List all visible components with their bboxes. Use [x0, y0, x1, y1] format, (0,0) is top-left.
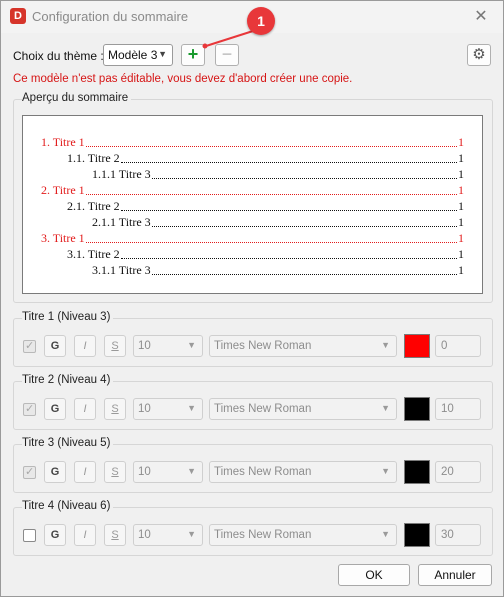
toc-entry: 2.1. Titre 21 — [67, 199, 464, 213]
toc-entry: 1.1.1 Titre 31 — [92, 167, 464, 181]
color-swatch[interactable] — [404, 460, 430, 484]
bold-button[interactable]: G — [44, 398, 66, 420]
level-enabled-checkbox[interactable] — [23, 339, 36, 353]
preview-legend: Aperçu du sommaire — [22, 92, 132, 104]
indent-input[interactable]: 0 — [435, 335, 481, 357]
callout-badge: 1 — [247, 7, 275, 35]
underline-button[interactable]: S — [104, 524, 126, 546]
font-size-select[interactable]: 10 ▼ — [133, 398, 203, 420]
toc-entry: 2. Titre 11 — [41, 183, 464, 197]
level-enabled-checkbox[interactable] — [23, 465, 36, 479]
font-size-select[interactable]: 10 ▼ — [133, 461, 203, 483]
chevron-down-icon: ▼ — [381, 466, 390, 476]
level-title: Titre 3 (Niveau 5) — [22, 437, 114, 449]
level-title: Titre 4 (Niveau 6) — [22, 500, 114, 512]
bold-button[interactable]: G — [44, 461, 66, 483]
toc-entry: 1. Titre 11 — [41, 135, 464, 149]
cancel-button[interactable]: Annuler — [418, 564, 492, 586]
dialog-window: D Configuration du sommaire ✕ Choix du t… — [0, 0, 504, 597]
toc-entry: 3.1.1 Titre 31 — [92, 263, 464, 277]
underline-button[interactable]: S — [104, 398, 126, 420]
toc-preview: 1. Titre 11 1.1. Titre 21 1.1.1 Titre 31… — [22, 115, 483, 294]
chevron-down-icon: ▼ — [381, 340, 390, 350]
ok-button[interactable]: OK — [338, 564, 410, 586]
font-family-select[interactable]: Times New Roman ▼ — [209, 524, 397, 546]
italic-button[interactable]: I — [74, 398, 96, 420]
indent-input[interactable]: 30 — [435, 524, 481, 546]
font-family-select[interactable]: Times New Roman ▼ — [209, 335, 397, 357]
indent-input[interactable]: 20 — [435, 461, 481, 483]
toc-entry: 3. Titre 11 — [41, 231, 464, 245]
chevron-down-icon: ▼ — [381, 403, 390, 413]
toc-entry: 3.1. Titre 21 — [67, 247, 464, 261]
italic-button[interactable]: I — [74, 461, 96, 483]
toc-entry: 1.1. Titre 21 — [67, 151, 464, 165]
chevron-down-icon: ▼ — [187, 466, 196, 476]
chevron-down-icon: ▼ — [187, 529, 196, 539]
color-swatch[interactable] — [404, 397, 430, 421]
warning-message: Ce modèle n'est pas éditable, vous devez… — [13, 73, 353, 85]
indent-input[interactable]: 10 — [435, 398, 481, 420]
chevron-down-icon: ▼ — [187, 403, 196, 413]
level-title: Titre 1 (Niveau 3) — [22, 311, 114, 323]
bold-button[interactable]: G — [44, 524, 66, 546]
font-family-select[interactable]: Times New Roman ▼ — [209, 461, 397, 483]
level-title: Titre 2 (Niveau 4) — [22, 374, 114, 386]
italic-button[interactable]: I — [74, 335, 96, 357]
chevron-down-icon: ▼ — [187, 340, 196, 350]
font-size-select[interactable]: 10 ▼ — [133, 524, 203, 546]
font-family-select[interactable]: Times New Roman ▼ — [209, 398, 397, 420]
italic-button[interactable]: I — [74, 524, 96, 546]
underline-button[interactable]: S — [104, 335, 126, 357]
underline-button[interactable]: S — [104, 461, 126, 483]
chevron-down-icon: ▼ — [381, 529, 390, 539]
toc-entry: 2.1.1 Titre 31 — [92, 215, 464, 229]
color-swatch[interactable] — [404, 523, 430, 547]
bold-button[interactable]: G — [44, 335, 66, 357]
font-size-select[interactable]: 10 ▼ — [133, 335, 203, 357]
level-enabled-checkbox[interactable] — [23, 529, 36, 542]
level-enabled-checkbox[interactable] — [23, 402, 36, 416]
color-swatch[interactable] — [404, 334, 430, 358]
